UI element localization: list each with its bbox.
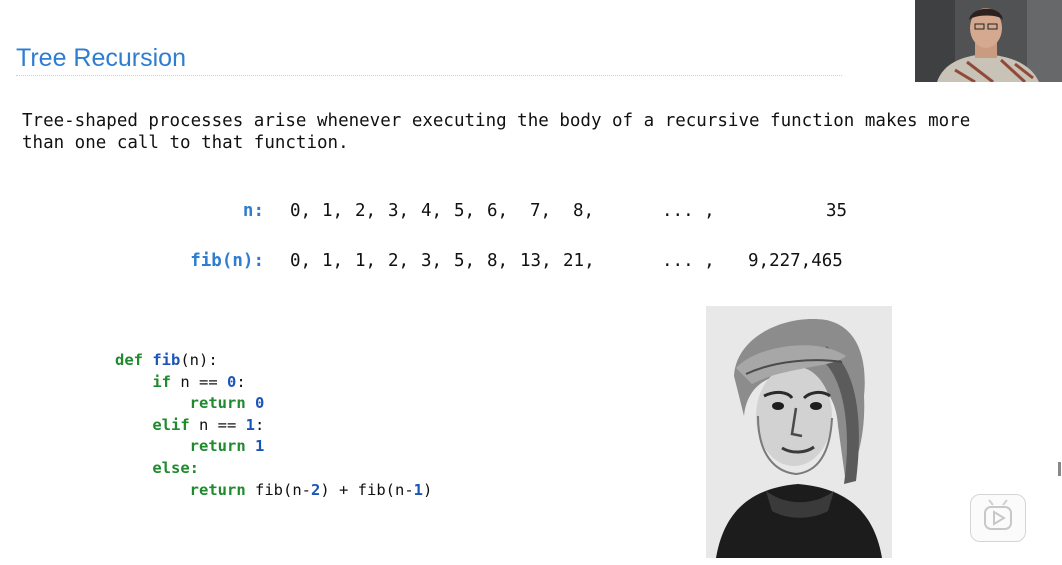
n-value: 8, [573, 201, 595, 221]
return-num-2: 2 [311, 480, 321, 499]
n-ellipsis: ... , [662, 201, 715, 221]
elif-colon: : [255, 415, 265, 434]
fib-label: fib(n): [190, 251, 264, 271]
keyword-elif: elif [152, 415, 190, 434]
fib-value: 3, [421, 251, 443, 271]
n-value: 6, [487, 201, 509, 221]
fib-value: 2, [388, 251, 410, 271]
elif-condition: n == [199, 415, 246, 434]
presenter-webcam [915, 0, 1062, 82]
fib-value: 1, [322, 251, 344, 271]
return-num-1: 1 [413, 480, 424, 499]
function-params: (n): [180, 351, 218, 369]
fib-code-block: def fib(n): if n == 0: return 0 elif n =… [115, 350, 432, 501]
code-line-return-0: return 0 [115, 393, 432, 415]
code-line-def: def fib(n): [115, 350, 432, 372]
intro-line-2: than one call to that function. [22, 133, 349, 153]
portrait-illustration [706, 306, 892, 558]
n-value: 2, [355, 201, 377, 221]
keyword-return: return [189, 394, 246, 413]
n-last-value: 35 [826, 201, 848, 221]
keyword-else: else: [152, 458, 199, 477]
play-icon [984, 499, 1012, 530]
edge-marker [1058, 462, 1061, 476]
n-value: 3, [388, 201, 410, 221]
intro-line-1: Tree-shaped processes arise whenever exe… [22, 111, 971, 131]
n-value: 7, [530, 201, 552, 221]
function-name: fib [152, 351, 181, 369]
play-button[interactable] [970, 494, 1026, 542]
if-condition: n == [180, 372, 228, 391]
fib-value: 21, [563, 251, 595, 271]
code-line-else: else: [115, 458, 432, 480]
code-line-elif: elif n == 1: [115, 415, 432, 437]
title-divider [16, 75, 842, 76]
elif-number: 1 [245, 415, 256, 434]
fib-value: 1, [355, 251, 377, 271]
return-zero: 0 [255, 394, 265, 413]
keyword-return: return [189, 480, 246, 499]
fib-value: 5, [454, 251, 476, 271]
n-value: 4, [421, 201, 443, 221]
if-colon: : [236, 372, 246, 391]
fib-value: 0, [290, 251, 312, 271]
code-line-return-sum: return fib(n-2) + fib(n-1) [115, 480, 433, 502]
fib-value: 8, [487, 251, 509, 271]
intro-text: Tree-shaped processes arise whenever exe… [22, 110, 1022, 154]
n-label: n: [242, 201, 264, 221]
fib-value: 13, [520, 251, 552, 271]
slide-title: Tree Recursion [16, 44, 186, 72]
if-number: 0 [227, 372, 237, 391]
keyword-def: def [115, 351, 143, 369]
fib-ellipsis: ... , [662, 251, 715, 271]
n-value: 5, [454, 201, 476, 221]
return-expr-c: ) [423, 480, 433, 499]
fibonacci-portrait [706, 306, 892, 558]
n-value: 0, [290, 201, 312, 221]
n-value: 1, [322, 201, 344, 221]
return-one: 1 [255, 437, 265, 456]
keyword-if: if [152, 372, 171, 391]
keyword-return: return [189, 437, 246, 456]
webcam-feed [915, 0, 1062, 82]
return-expr-b: ) + fib(n- [320, 480, 414, 499]
return-expr-a: fib(n- [255, 480, 311, 499]
code-line-return-1: return 1 [115, 436, 432, 458]
code-line-if: if n == 0: [115, 372, 432, 394]
fib-last-value: 9,227,465 [748, 251, 843, 271]
